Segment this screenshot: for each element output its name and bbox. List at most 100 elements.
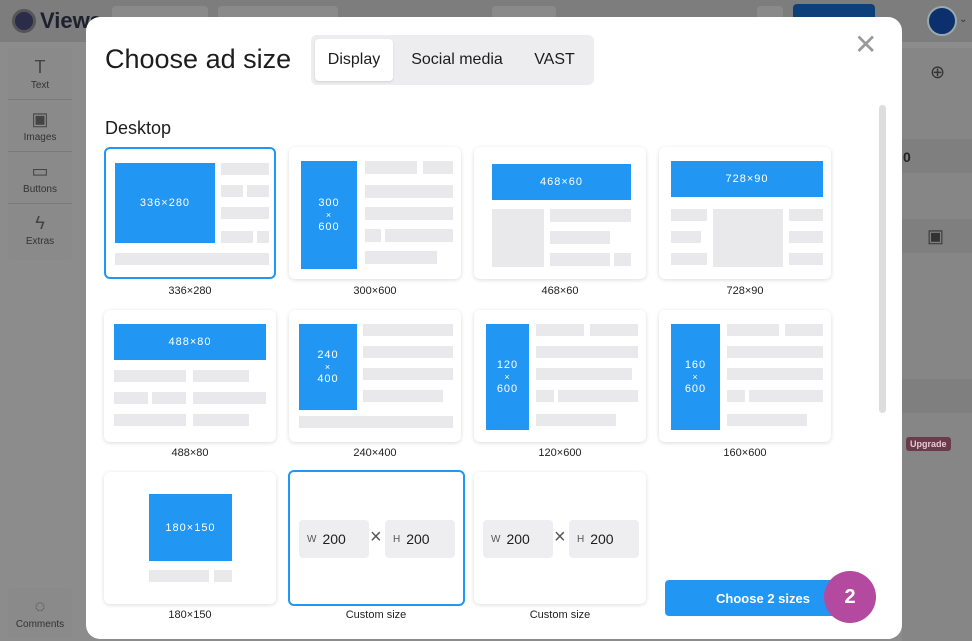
tab-display[interactable]: Display [315, 39, 393, 81]
height-value: 200 [406, 531, 430, 547]
size-label: 728×90 [726, 285, 764, 297]
placeholder-line [789, 231, 823, 243]
rail-item-images[interactable]: ▣ Images [8, 100, 72, 152]
placeholder-image [492, 209, 544, 267]
width-input[interactable]: W 200 [483, 520, 553, 558]
placeholder-line [115, 253, 269, 265]
choose-ad-size-modal: Choose ad size Display Social media VAST… [86, 17, 902, 639]
section-title: Desktop [105, 118, 172, 138]
ad-preview-block: 160 × 600 [671, 324, 720, 430]
custom-size-card[interactable]: W 200 × H 200 [474, 472, 646, 604]
placeholder-line [749, 390, 823, 402]
placeholder-line [536, 324, 584, 336]
size-label: Custom size [345, 609, 407, 621]
placeholder-line [558, 390, 638, 402]
selected-count-badge: 2 [824, 571, 876, 623]
placeholder-line [590, 324, 638, 336]
placeholder-line [789, 209, 823, 221]
rail-item-text[interactable]: T Text [8, 48, 72, 100]
size-card-120x600[interactable]: 120 × 600 [474, 310, 646, 442]
placeholder-line [727, 368, 823, 380]
scrollbar[interactable] [879, 105, 886, 413]
placeholder-line [423, 161, 453, 174]
ad-preview-block: 728×90 [671, 161, 823, 197]
size-card-468x60[interactable]: 468×60 [474, 147, 646, 279]
placeholder-line [214, 570, 232, 582]
size-label: 180×150 [168, 609, 212, 621]
placeholder-line [727, 346, 823, 358]
placeholder-line [247, 185, 269, 197]
upgrade-badge[interactable]: Upgrade [906, 437, 951, 451]
size-card-300x600[interactable]: 300 × 600 [289, 147, 461, 279]
ad-preview-block: 300 × 600 [301, 161, 357, 269]
avatar[interactable] [927, 6, 957, 36]
height-input[interactable]: H 200 [569, 520, 639, 558]
custom-size-card[interactable]: W 200 × H 200 [288, 470, 465, 606]
image-icon: ▣ [31, 108, 49, 129]
width-input[interactable]: W 200 [299, 520, 369, 558]
rail-label: Extras [25, 236, 55, 247]
size-card-180x150[interactable]: 180×150 [104, 472, 276, 604]
chevron-down-icon[interactable]: ⌄ [959, 14, 967, 25]
placeholder-line [785, 324, 823, 336]
rail-label: Images [23, 131, 57, 143]
ad-preview-block: 120 × 600 [486, 324, 529, 430]
height-input[interactable]: H 200 [385, 520, 455, 558]
placeholder-line [727, 390, 745, 402]
placeholder-line [550, 253, 610, 266]
size-card-336x280[interactable]: 336×280 [104, 147, 276, 279]
size-label: 300×600 [353, 285, 397, 297]
ad-preview-block: 488×80 [114, 324, 266, 360]
rail-item-extras[interactable]: ϟ Extras [8, 204, 72, 256]
size-label: 488×80 [171, 447, 209, 459]
placeholder-line [193, 370, 249, 382]
placeholder-line [536, 390, 554, 402]
placeholder-line [114, 370, 186, 382]
placeholder-line [221, 207, 269, 219]
modal-title: Choose ad size [105, 44, 292, 74]
ad-preview-block: 468×60 [492, 164, 631, 200]
width-value: 200 [322, 531, 346, 547]
rail-item-buttons[interactable]: ▭ Buttons [8, 152, 72, 204]
comments-button[interactable]: ◌ Comments [8, 588, 72, 638]
placeholder-line [536, 346, 638, 358]
placeholder-line [536, 368, 632, 380]
placeholder-line [299, 416, 453, 428]
property-field[interactable] [902, 379, 972, 413]
placeholder-line [193, 392, 266, 404]
size-card-728x90[interactable]: 728×90 [659, 147, 831, 279]
size-label: 120×600 [538, 447, 582, 459]
placeholder-line [365, 161, 417, 174]
placeholder-line [114, 414, 186, 426]
size-card-488x80[interactable]: 488×80 [104, 310, 276, 442]
placeholder-line [789, 253, 823, 265]
size-label: Custom size [529, 609, 591, 621]
tab-social-media[interactable]: Social media [393, 39, 521, 81]
placeholder-line [365, 185, 453, 198]
width-value: 200 [506, 531, 530, 547]
ad-preview-block: 180×150 [149, 494, 232, 561]
property-field[interactable] [902, 139, 972, 173]
zoom-in-icon[interactable]: ⊕ [930, 62, 945, 83]
placeholder-line [365, 251, 437, 264]
times-icon: × [554, 526, 566, 548]
placeholder-line [727, 324, 779, 336]
size-card-160x600[interactable]: 160 × 600 [659, 310, 831, 442]
close-icon[interactable]: ✕ [854, 31, 877, 59]
height-value: 200 [590, 531, 614, 547]
logo-icon [12, 9, 36, 33]
placeholder-line [363, 346, 453, 358]
image-icon[interactable]: ▣ [927, 226, 944, 247]
tab-vast[interactable]: VAST [521, 39, 588, 81]
placeholder-line [363, 368, 453, 380]
size-card-240x400[interactable]: 240 × 400 [289, 310, 461, 442]
placeholder-line [671, 253, 707, 265]
placeholder-line [550, 209, 631, 222]
rail-label: Text [30, 79, 50, 91]
width-unit: W [491, 533, 501, 545]
ad-preview-block: 240 × 400 [299, 324, 357, 410]
placeholder-line [363, 324, 453, 336]
button-icon: ▭ [31, 160, 49, 181]
placeholder-line [385, 229, 453, 242]
property-value: 0 [903, 149, 911, 165]
